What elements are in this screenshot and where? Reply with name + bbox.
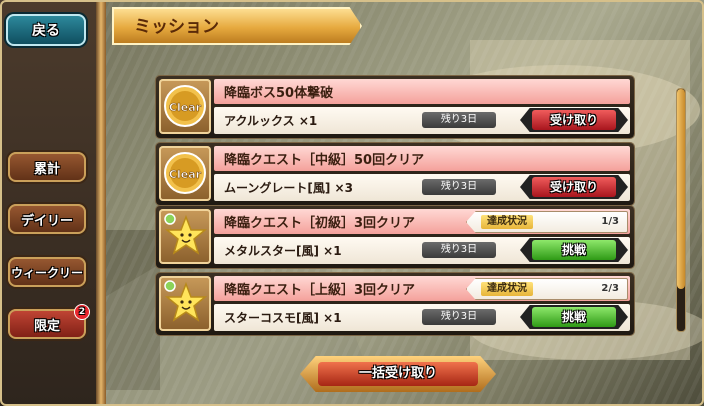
- svg-text:Clear: Clear: [169, 101, 202, 114]
- remaining-time: 残り3日: [422, 179, 496, 195]
- mission-title: 降臨ボス50体撃破: [224, 86, 334, 101]
- mission-screen: 戻る 累計 デイリー ウィークリー 限定 2 ミッション Clear 降臨ボス5…: [0, 0, 704, 406]
- mission-card: 降臨クエスト［初級］3回クリア 達成状況 1/3 メタルスター[風] ×1 残り…: [156, 206, 634, 268]
- star-icon: [164, 280, 208, 322]
- back-label: 戻る: [32, 23, 60, 39]
- reward-text: メタルスター[風] ×1: [224, 244, 342, 258]
- bulk-receive-label[interactable]: 一括受け取り: [318, 362, 478, 386]
- progress-value: 2/3: [601, 283, 619, 294]
- progress-box: 達成状況 1/3: [466, 211, 628, 233]
- sidebar-item-label: デイリー: [20, 213, 73, 229]
- mission-card: Clear 降臨ボス50体撃破 アクルックス ×1 残り3日 受け取り: [156, 76, 634, 138]
- sidebar-item-cumulative[interactable]: 累計: [8, 152, 86, 182]
- progress-box: 達成状況 2/3: [466, 278, 628, 300]
- sidebar-item-weekly[interactable]: ウィークリー: [8, 257, 86, 287]
- clear-icon: Clear: [164, 152, 206, 194]
- remaining-time: 残り3日: [422, 242, 496, 258]
- receive-label: 受け取り: [532, 177, 616, 197]
- receive-button[interactable]: 受け取り: [520, 108, 628, 132]
- mission-title: 降臨クエスト［上級］3回クリア: [224, 283, 416, 298]
- challenge-label: 挑戦: [532, 240, 616, 260]
- reward-text: ムーングレート[風] ×3: [224, 181, 353, 195]
- sidebar-item-label: 累計: [33, 161, 60, 177]
- remaining-time: 残り3日: [422, 112, 496, 128]
- mission-card: Clear 降臨クエスト［中級］50回クリア ムーングレート[風] ×3 残り3…: [156, 143, 634, 205]
- mission-card: 降臨クエスト［上級］3回クリア 達成状況 2/3 スターコスモ[風] ×1 残り…: [156, 273, 634, 335]
- sidebar-item-label: ウィークリー: [10, 265, 83, 280]
- reward-text: スターコスモ[風] ×1: [224, 311, 342, 325]
- mission-title: 降臨クエスト［初級］3回クリア: [224, 216, 416, 231]
- page-title: ミッション: [134, 17, 219, 37]
- star-icon: [164, 213, 208, 255]
- challenge-button[interactable]: 挑戦: [520, 305, 628, 329]
- back-button[interactable]: 戻る: [6, 14, 86, 46]
- challenge-label: 挑戦: [532, 307, 616, 327]
- sidebar-item-label: 限定: [33, 318, 60, 334]
- challenge-button[interactable]: 挑戦: [520, 238, 628, 262]
- scrollbar-thumb[interactable]: [677, 89, 685, 289]
- progress-value: 1/3: [601, 216, 619, 227]
- svg-text:Clear: Clear: [169, 168, 202, 181]
- receive-label: 受け取り: [532, 110, 616, 130]
- mission-title: 降臨クエスト［中級］50回クリア: [224, 153, 425, 168]
- reward-text: アクルックス ×1: [224, 114, 318, 128]
- sidebar-item-daily[interactable]: デイリー: [8, 204, 86, 234]
- sidebar-rail: [96, 0, 106, 406]
- receive-button[interactable]: 受け取り: [520, 175, 628, 199]
- progress-label: 達成状況: [481, 215, 533, 229]
- progress-label: 達成状況: [481, 282, 533, 296]
- remaining-time: 残り3日: [422, 309, 496, 325]
- notification-badge: 2: [74, 304, 90, 320]
- sidebar-item-limited[interactable]: 限定 2: [8, 304, 90, 339]
- clear-icon: Clear: [164, 85, 206, 127]
- sidebar: [0, 0, 100, 406]
